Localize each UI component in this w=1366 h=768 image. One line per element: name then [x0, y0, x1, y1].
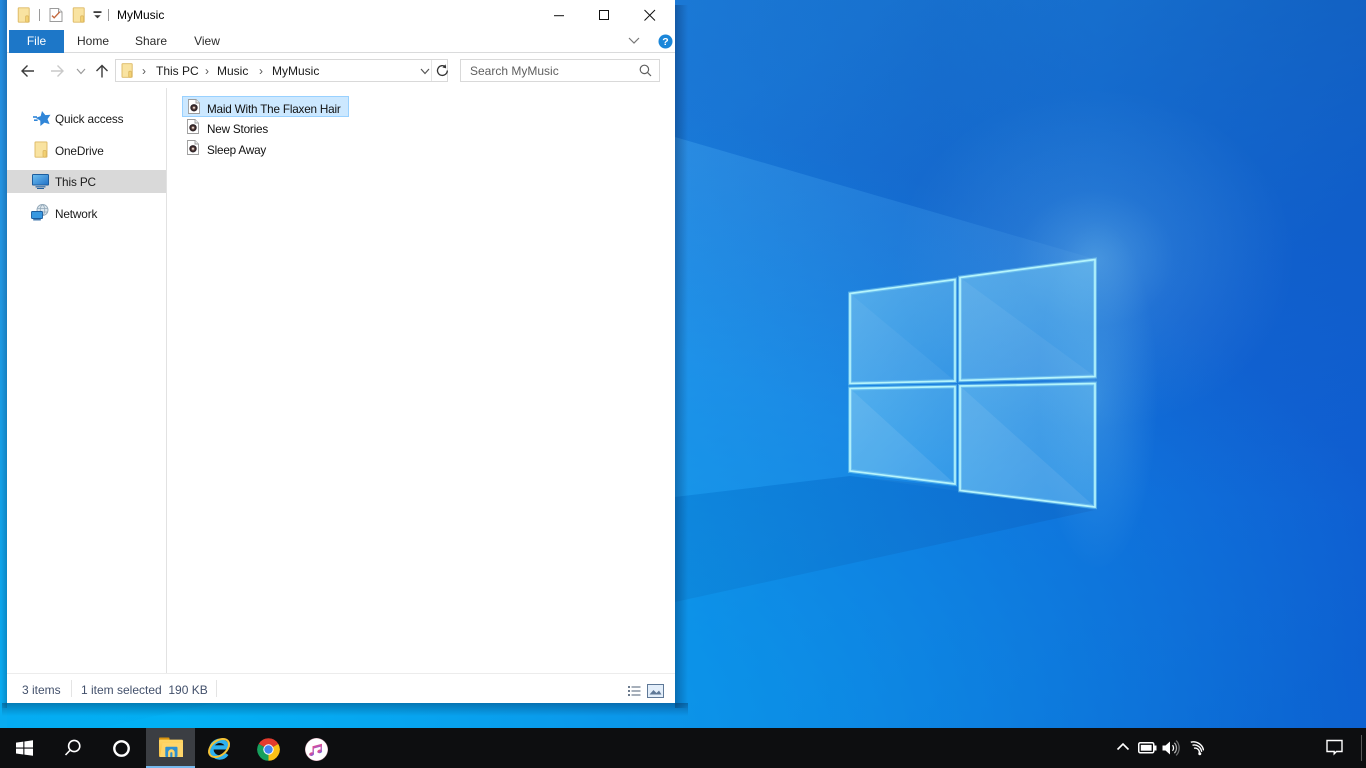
svg-text:?: ?: [662, 36, 668, 48]
